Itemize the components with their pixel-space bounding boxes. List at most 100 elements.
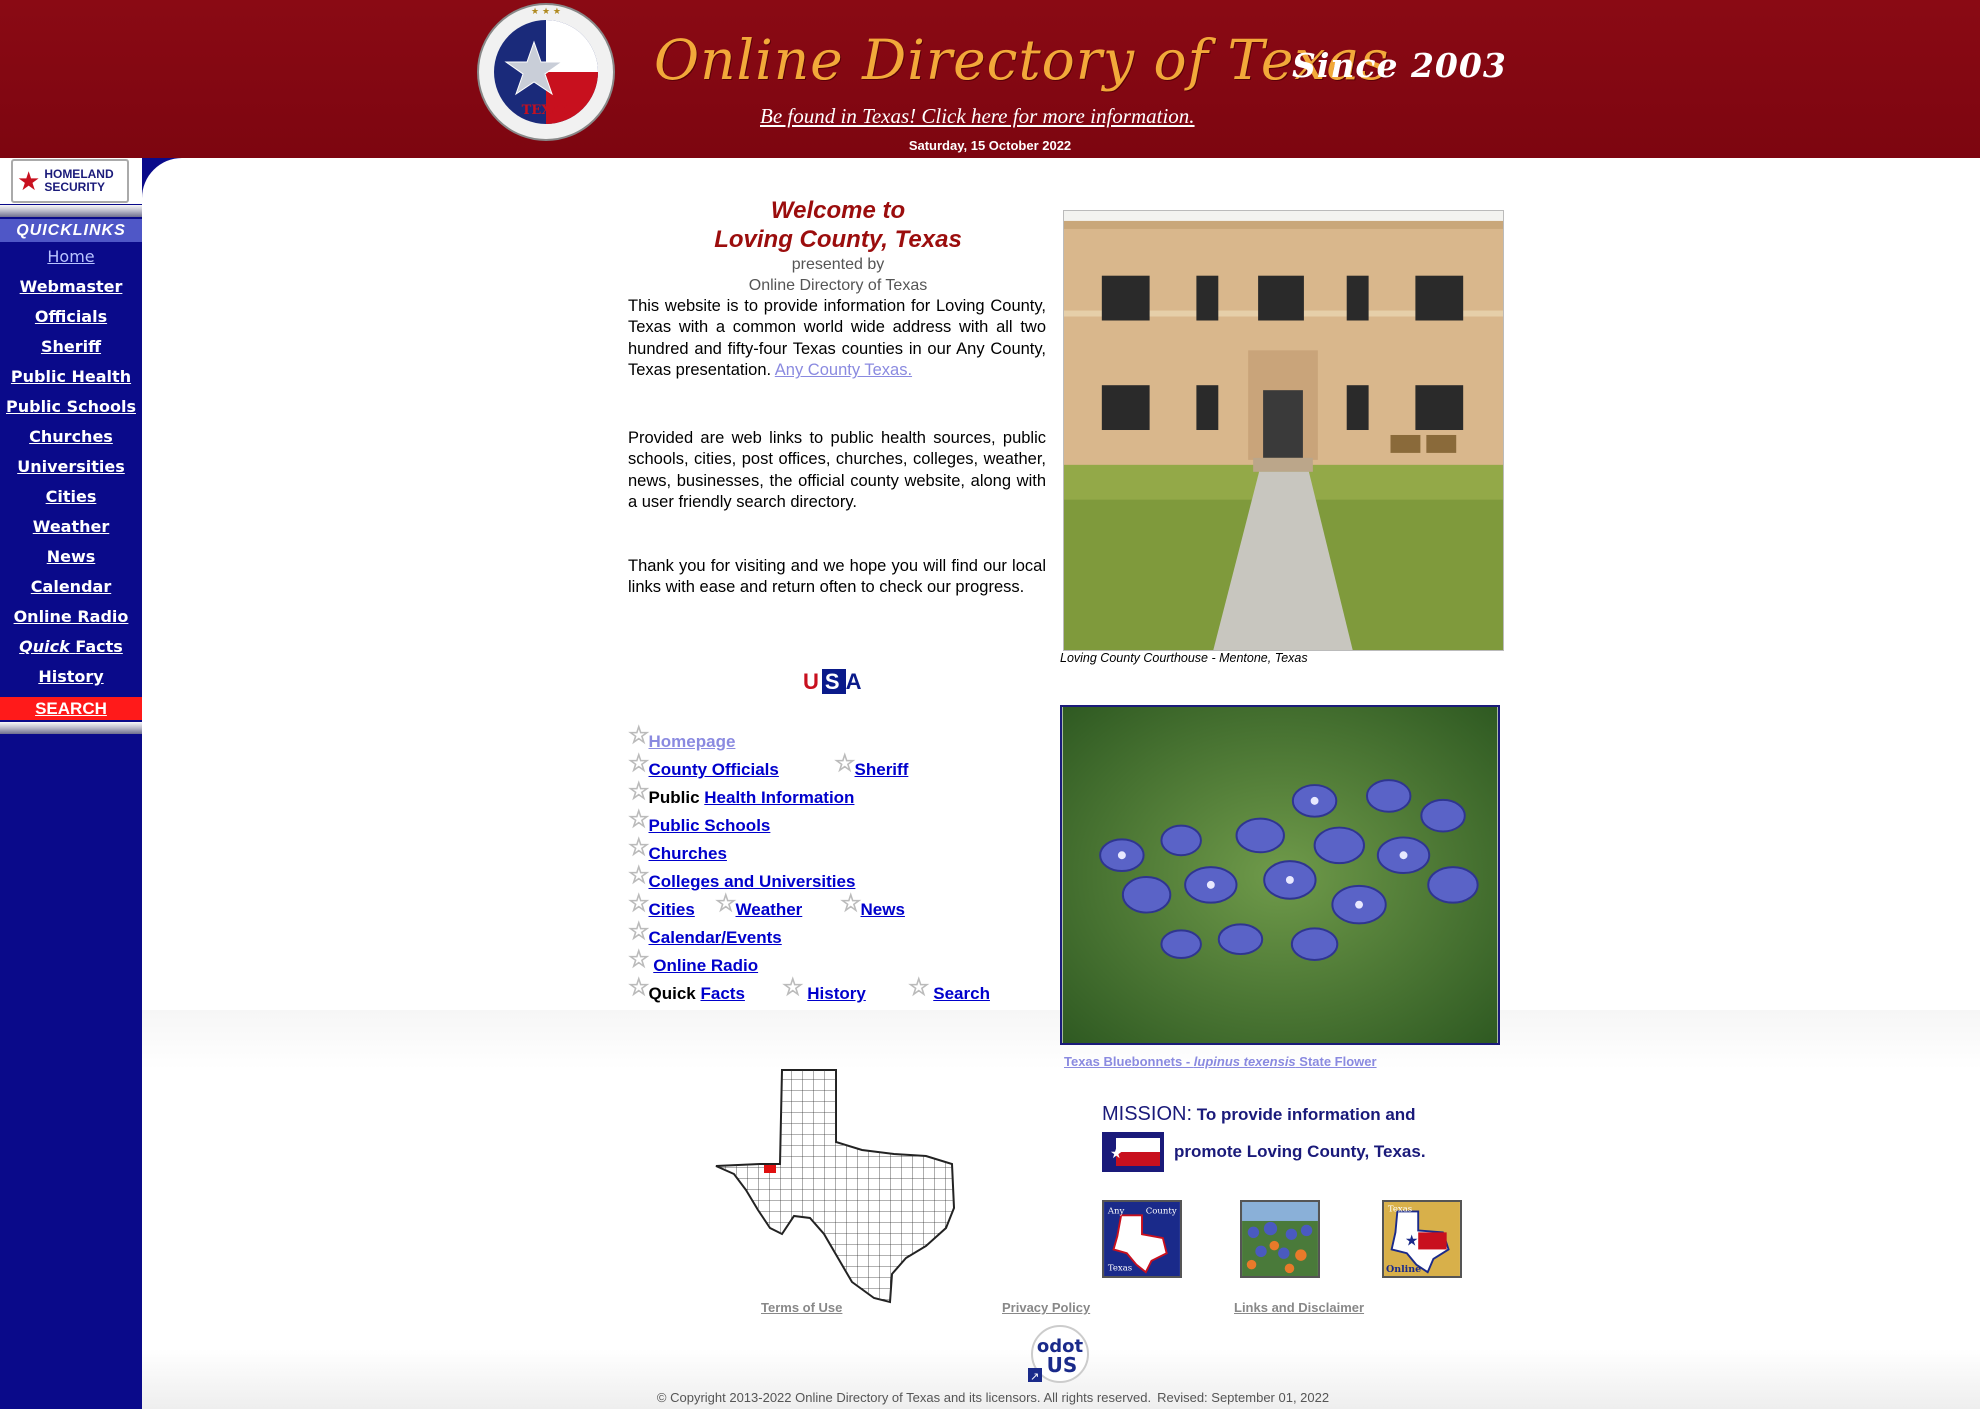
star-icon: ☆ — [628, 862, 650, 889]
sidebar-item-calendar[interactable]: Calendar — [0, 577, 142, 596]
search-link[interactable]: Search — [933, 984, 990, 1003]
mission-statement: MISSION: To provide information and — [1102, 1103, 1416, 1126]
homeland-security-badge[interactable]: ★ HOMELAND SECURITY — [11, 159, 129, 203]
sidebar-item-history[interactable]: History — [0, 667, 142, 686]
since-label: Since 2003 — [1292, 46, 1507, 85]
facts-link[interactable]: Facts — [701, 984, 745, 1003]
texas-online-word2: Online — [1386, 1264, 1421, 1275]
svg-text:★: ★ — [1110, 1146, 1123, 1162]
bluebonnet-caption-a[interactable]: Texas Bluebonnets - — [1064, 1054, 1194, 1069]
link-row-news: ☆News — [840, 890, 905, 922]
usa-badge: USA — [803, 669, 864, 695]
any-county-word3: Texas — [1108, 1263, 1132, 1273]
health-information-link[interactable]: Health Information — [704, 788, 854, 807]
weather-link[interactable]: Weather — [736, 900, 803, 919]
link-row-calendar: ☆Calendar/Events — [628, 918, 782, 950]
star-icon: ☆ — [628, 778, 650, 805]
sidebar-item-sheriff[interactable]: Sheriff — [0, 337, 142, 356]
svg-text:★: ★ — [1405, 1232, 1419, 1250]
wildflowers-thumb[interactable] — [1240, 1200, 1320, 1278]
county-officials-link[interactable]: County Officials — [649, 760, 779, 779]
thanks-paragraph: Thank you for visiting and we hope you w… — [628, 557, 1046, 597]
bluebonnet-caption-b[interactable]: lupinus texensis — [1194, 1054, 1296, 1069]
privacy-policy-link[interactable]: Privacy Policy — [1002, 1300, 1090, 1315]
any-county-texas-thumb[interactable]: Any County Texas — [1102, 1200, 1182, 1278]
texas-seal-logo[interactable]: ★ ★ ★ TEXAS — [474, 2, 618, 142]
public-prefix: Public — [648, 788, 700, 807]
sidebar-item-officials[interactable]: Officials — [0, 307, 142, 326]
mission-text2: promote Loving County, Texas. — [1174, 1142, 1426, 1161]
online-radio-link[interactable]: Online Radio — [653, 956, 758, 975]
sidebar-item-universities[interactable]: Universities — [0, 457, 142, 476]
sidebar-item-news[interactable]: News — [0, 547, 142, 566]
calendar-events-link[interactable]: Calendar/Events — [649, 928, 782, 947]
colleges-link[interactable]: Colleges and Universities — [649, 872, 856, 891]
usa-s: S — [821, 669, 846, 694]
sidebar-search-button[interactable]: SEARCH — [0, 697, 142, 720]
sidebar-curve — [142, 158, 222, 238]
provided-paragraph: Provided are web links to public health … — [628, 429, 1046, 512]
texas-online-thumb[interactable]: ★ Texas Online — [1382, 1200, 1462, 1278]
homeland-line1: HOMELAND — [44, 167, 114, 181]
star-icon: ☆ — [628, 890, 650, 917]
presented-by: presented by — [791, 256, 885, 273]
shortcut-arrow-icon: ↗ — [1030, 1370, 1039, 1383]
copyright-notice: © Copyright 2013-2022 Online Directory o… — [0, 1390, 1980, 1405]
bluebonnet-caption-c[interactable]: State Flower — [1296, 1054, 1376, 1069]
quick-facts-italic: Quick — [19, 637, 70, 656]
sidebar-divider-top — [0, 205, 142, 217]
history-link[interactable]: History — [807, 984, 866, 1003]
sidebar-item-churches[interactable]: Churches — [0, 427, 142, 446]
sidebar-item-public-health[interactable]: Public Health — [0, 367, 142, 386]
quicklinks-header: QUICKLINKS — [0, 219, 142, 242]
link-row-search: ☆ Search — [908, 974, 990, 1006]
link-row-history: ☆ History — [782, 974, 866, 1006]
presenter-name: Online Directory of Texas — [748, 277, 928, 294]
texas-county-map[interactable] — [714, 1068, 958, 1304]
sidebar-item-webmaster[interactable]: Webmaster — [0, 277, 142, 296]
sidebar-item-public-schools[interactable]: Public Schools — [0, 397, 142, 416]
star-icon: ☆ — [628, 722, 650, 749]
copyright-text: © Copyright 2013-2022 Online Directory o… — [656, 1390, 1152, 1405]
courthouse-photo — [1063, 210, 1504, 651]
loving-county-highlight — [764, 1165, 776, 1173]
links-disclaimer-link[interactable]: Links and Disclaimer — [1234, 1300, 1364, 1315]
star-icon: ☆ — [628, 974, 650, 1001]
link-row-officials: ☆County Officials — [628, 750, 779, 782]
sidebar-item-home[interactable]: Home — [0, 247, 142, 266]
star-icon: ☆ — [628, 750, 650, 777]
star-icon: ☆ — [628, 918, 650, 945]
star-icon: ☆ — [782, 974, 804, 1001]
courthouse-caption: Loving County Courthouse - Mentone, Texa… — [1060, 651, 1308, 665]
sidebar-item-weather[interactable]: Weather — [0, 517, 142, 536]
site-title: Online Directory of Texas — [654, 28, 1390, 92]
news-link[interactable]: News — [861, 900, 905, 919]
sheriff-link[interactable]: Sheriff — [855, 760, 909, 779]
promo-link-text[interactable]: Be found in Texas! Click here for more i… — [760, 104, 1195, 128]
star-icon: ☆ — [840, 890, 862, 917]
churches-link[interactable]: Churches — [649, 844, 727, 863]
homepage-link[interactable]: Homepage — [649, 732, 736, 751]
any-county-word2: County — [1146, 1206, 1177, 1216]
promo-link[interactable]: Be found in Texas! Click here for more i… — [760, 104, 1195, 129]
star-icon: ☆ — [628, 834, 650, 861]
sidebar-divider-bottom — [0, 722, 142, 734]
terms-of-use-link[interactable]: Terms of Use — [761, 1300, 842, 1315]
bluebonnet-caption[interactable]: Texas Bluebonnets - lupinus texensis Sta… — [1064, 1054, 1377, 1069]
cities-link[interactable]: Cities — [649, 900, 695, 919]
any-county-link[interactable]: Any County Texas. — [775, 361, 912, 379]
svg-text:TEXAS: TEXAS — [522, 103, 571, 118]
usa-u: U — [803, 669, 822, 694]
texas-flag-icon: ★ — [1102, 1132, 1164, 1172]
public-schools-link[interactable]: Public Schools — [649, 816, 771, 835]
mission-label: MISSION: — [1102, 1103, 1193, 1125]
star-icon: ☆ — [715, 890, 737, 917]
odot-us-logo[interactable]: odot US ↗ — [1026, 1324, 1092, 1384]
welcome-line1: Welcome to — [770, 197, 906, 224]
sidebar-item-cities[interactable]: Cities — [0, 487, 142, 506]
header-banner: ★ ★ ★ TEXAS Online Directory of Texas Si… — [0, 0, 1980, 158]
sidebar-item-quick-facts[interactable]: Quick Facts — [0, 637, 142, 656]
star-icon: ☆ — [628, 946, 650, 973]
quick-facts-label: Facts — [75, 637, 123, 656]
sidebar-item-online-radio[interactable]: Online Radio — [0, 607, 142, 626]
